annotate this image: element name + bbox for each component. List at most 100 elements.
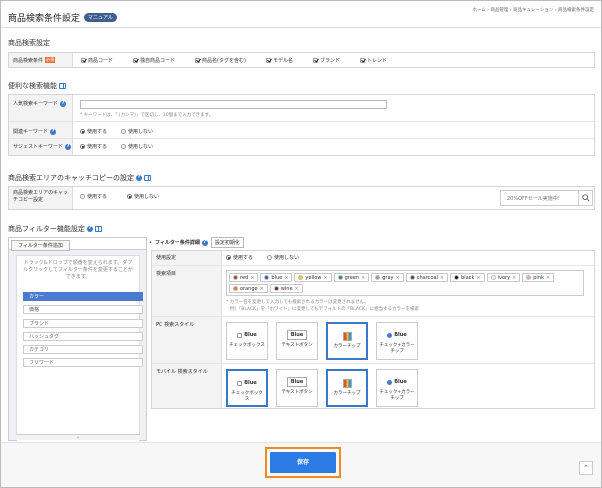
style-card-label: チェック+カラーチップ [379, 343, 415, 354]
checkbox-icon [195, 57, 201, 63]
color-chip-label: wine [280, 285, 293, 292]
remove-icon[interactable]: × [323, 275, 327, 281]
usage-use-label: 使用する [233, 255, 254, 261]
search-option-0[interactable]: 商品コード [81, 57, 113, 64]
reset-button[interactable]: 設定初期化 [210, 237, 244, 248]
style-card[interactable]: Blue テキストボタン [276, 322, 318, 360]
radio-selected-icon [80, 129, 85, 134]
style-card[interactable]: Blue テキストボタン [276, 369, 318, 407]
color-dot-icon [387, 332, 393, 338]
style-card-label: チェックボックス [229, 343, 265, 348]
filter-list-item[interactable]: ハッシュタグ [23, 332, 143, 341]
color-chip-label: yellow [305, 274, 322, 281]
search-option-3[interactable]: モデル名 [265, 57, 293, 64]
color-chip[interactable]: yellow × [294, 273, 332, 282]
style-card[interactable]: Blue チェック+カラーチップ [376, 322, 418, 360]
remove-icon[interactable]: × [361, 275, 365, 281]
text-button-sample: Blue [286, 377, 308, 387]
search-icon[interactable] [578, 191, 592, 205]
remove-icon[interactable]: × [295, 286, 299, 292]
color-chip[interactable]: black × [450, 273, 485, 282]
help-icon[interactable]: ? [50, 128, 57, 135]
filter-detail-table: 使用設定 使用する 使用しない 検索項目 red × blue × yellow × gre… [151, 250, 595, 409]
help-icon[interactable]: ? [86, 226, 93, 232]
color-chip[interactable]: wine × [269, 284, 303, 293]
help-icon[interactable]: ? [65, 143, 72, 150]
search-option-5[interactable]: トレンド [359, 57, 387, 64]
manual-label: マニュアル [88, 15, 113, 21]
style-preview: Blue [228, 378, 266, 388]
related-nouse-radio[interactable]: 使用しない [121, 128, 153, 135]
color-chip[interactable]: blue × [260, 273, 293, 282]
filter-add-tab[interactable]: フィルター条件追加 [11, 240, 70, 251]
filter-list-item[interactable]: ブランド [23, 319, 143, 328]
checkbox-icon [237, 332, 243, 338]
manual-book-icon[interactable] [59, 83, 66, 89]
manual-button[interactable]: マニュアル [84, 13, 117, 22]
filter-list-item[interactable]: カテゴリ [23, 345, 143, 354]
save-button[interactable]: 保存 [270, 452, 336, 473]
color-chip[interactable]: gray × [371, 273, 404, 282]
color-chip[interactable]: red × [229, 273, 259, 282]
color-swatch-icon [409, 275, 415, 280]
page-header: 商品検索条件設定 マニュアル [8, 11, 117, 24]
useful-table: 人気検索キーワード? * キーワードは、「,(カンマ)」で区切し、10個まで入力… [8, 94, 595, 156]
remove-icon[interactable]: × [546, 275, 550, 281]
help-icon[interactable]: ? [201, 239, 208, 246]
mobile-style-label: モバイル 検索スタイル [156, 369, 208, 375]
help-icon[interactable]: ? [136, 175, 142, 181]
color-chip[interactable]: charcoal × [405, 273, 449, 282]
search-option-1[interactable]: 独自商品コード [133, 57, 175, 64]
color-chip-label: black [461, 274, 475, 281]
style-sample-text: Blue [244, 380, 257, 386]
checkbox-icon [81, 57, 86, 63]
remove-icon[interactable]: × [440, 275, 444, 281]
color-chip[interactable]: pink × [522, 273, 555, 282]
checkbox-icon [133, 57, 139, 63]
manual-book-icon[interactable] [94, 226, 102, 232]
catch-copy-preview[interactable]: 20%OFFセール実施中! [500, 190, 593, 206]
page-title: 商品検索条件設定 [8, 14, 81, 24]
style-card[interactable]: Blue チェック+カラーチップ [376, 369, 418, 407]
search-option-2[interactable]: 商品名(タグを含む) [195, 57, 246, 64]
style-card[interactable]: カラーチップ [326, 322, 368, 360]
color-chip[interactable]: green × [333, 273, 370, 282]
catch-use-radio[interactable]: 使用する [80, 193, 107, 200]
color-chip-label: ivory [497, 274, 511, 281]
usage-use-radio[interactable]: 使用する [226, 254, 253, 261]
color-chip[interactable]: orange × [229, 284, 268, 293]
style-card[interactable]: Blue チェックボックス [226, 322, 268, 360]
style-card[interactable]: カラーチップ [326, 369, 368, 407]
style-card[interactable]: Blue チェックボックス [226, 369, 268, 407]
remove-icon[interactable]: × [512, 275, 516, 281]
remove-icon[interactable]: × [260, 286, 264, 292]
catch-use-label: 使用する [87, 194, 108, 200]
popular-keyword-input[interactable] [80, 100, 387, 109]
related-use-radio[interactable]: 使用する [80, 128, 107, 135]
manual-book-icon[interactable] [144, 175, 151, 181]
help-icon[interactable]: ? [60, 100, 67, 107]
remove-icon[interactable]: × [284, 275, 288, 281]
filter-detail-panel: • フィルター条件詳細 ? 設定初期化 使用設定 使用する 使用しない 検索項目… [149, 237, 595, 409]
catch-nouse-radio[interactable]: 使用しない [127, 193, 159, 200]
filter-list-item[interactable]: フリワード [23, 358, 143, 367]
filter-list-item[interactable]: 価格 [23, 305, 143, 314]
usage-label: 使用設定 [156, 255, 177, 261]
radio-selected-icon [80, 144, 85, 149]
color-chip[interactable]: ivory × [486, 273, 521, 282]
usage-nouse-radio[interactable]: 使用しない [267, 254, 299, 261]
filter-list-item[interactable]: カラー [23, 292, 143, 301]
remove-icon[interactable]: × [396, 275, 400, 281]
suggest-use-radio[interactable]: 使用する [80, 143, 107, 150]
remove-icon[interactable]: × [476, 275, 480, 281]
scroll-down-icon[interactable]: ⌄ [16, 434, 140, 440]
filter-detail-tab[interactable]: フィルター条件詳細 [155, 239, 200, 246]
scroll-top-icon[interactable]: ⌃ [579, 461, 593, 475]
useful-section-heading: 便利な検索機能 [8, 82, 57, 90]
radio-selected-icon [226, 255, 231, 260]
color-note-1: * カラー名を変更して入力しても検索されるカラーは変更されません。 [226, 300, 369, 305]
remove-icon[interactable]: × [250, 275, 254, 281]
suggest-nouse-radio[interactable]: 使用しない [121, 143, 153, 150]
search-option-4[interactable]: ブランド [312, 57, 340, 64]
color-chip-input[interactable]: red × blue × yellow × green × gray × charcoal × blac… [226, 270, 584, 296]
